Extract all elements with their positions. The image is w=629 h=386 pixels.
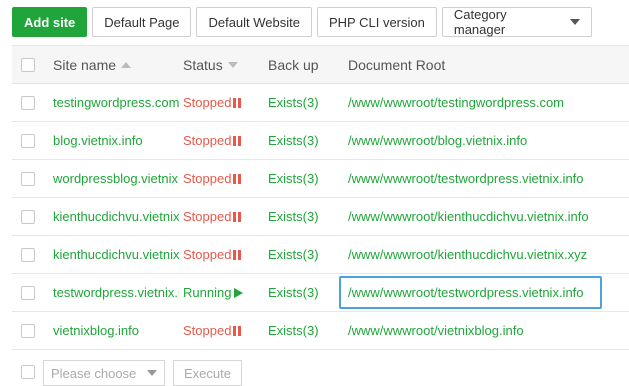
category-manager-label: Category manager <box>453 7 507 37</box>
document-root-link[interactable]: /www/wwwroot/vietnixblog.info <box>348 312 629 349</box>
status-label: Stopped <box>183 133 232 148</box>
chevron-down-icon <box>147 370 157 376</box>
stopped-icon <box>233 173 242 184</box>
site-name-link[interactable]: testwordpress.vietnix.info <box>53 274 179 311</box>
header-site-name-label: Site name <box>53 56 117 73</box>
row-checkbox[interactable] <box>21 133 35 148</box>
php-cli-version-button[interactable]: PHP CLI version <box>317 7 437 37</box>
sites-table: Site name Status Back up Document Root t… <box>12 45 629 350</box>
execute-button[interactable]: Execute <box>173 360 242 386</box>
chevron-down-icon <box>569 19 580 25</box>
backup-link[interactable]: Exists(3) <box>268 122 340 159</box>
status-toggle[interactable]: Stopped <box>183 84 263 121</box>
category-manager-select[interactable]: Category manager <box>441 7 592 37</box>
status-toggle[interactable]: Stopped <box>183 312 263 349</box>
stopped-icon <box>233 211 242 222</box>
table-row: testingwordpress.com Stopped Exists(3) /… <box>12 84 629 122</box>
stopped-icon <box>233 135 242 146</box>
table-header: Site name Status Back up Document Root <box>12 45 629 84</box>
select-all-checkbox[interactable] <box>21 57 35 72</box>
status-toggle[interactable]: Stopped <box>183 236 263 273</box>
running-play-icon <box>234 287 244 298</box>
backup-link[interactable]: Exists(3) <box>268 236 340 273</box>
backup-link[interactable]: Exists(3) <box>268 160 340 197</box>
header-site-name[interactable]: Site name <box>53 46 179 83</box>
table-row: blog.vietnix.info Stopped Exists(3) /www… <box>12 122 629 160</box>
table-row: vietnixblog.info Stopped Exists(3) /www/… <box>12 312 629 350</box>
header-status-label: Status <box>183 56 223 73</box>
header-document-root-label: Document Root <box>348 56 446 73</box>
header-back-up-label: Back up <box>268 56 319 73</box>
row-checkbox[interactable] <box>21 171 35 186</box>
batch-actions: Please choose Execute <box>21 360 242 386</box>
row-checkbox[interactable] <box>21 95 35 110</box>
header-document-root: Document Root <box>348 46 629 83</box>
stopped-icon <box>233 249 242 260</box>
document-root-link[interactable]: /www/wwwroot/testwordpress.vietnix.info <box>348 160 629 197</box>
status-label: Stopped <box>183 209 232 224</box>
status-toggle[interactable]: Stopped <box>183 160 263 197</box>
sort-down-icon <box>227 61 238 68</box>
table-row: kienthucdichvu.vietnix.xyz Stopped Exist… <box>12 236 629 274</box>
status-label: Running <box>183 285 232 300</box>
document-root-link[interactable]: /www/wwwroot/kienthucdichvu.vietnix.xyz <box>348 236 629 273</box>
header-back-up: Back up <box>268 46 340 83</box>
document-root-link[interactable]: /www/wwwroot/blog.vietnix.info <box>348 122 629 159</box>
status-label: Stopped <box>183 247 232 262</box>
status-toggle[interactable]: Stopped <box>183 198 263 235</box>
row-checkbox[interactable] <box>21 247 35 262</box>
row-checkbox[interactable] <box>21 285 35 300</box>
status-label: Stopped <box>183 95 232 110</box>
stopped-icon <box>233 325 242 336</box>
status-label: Stopped <box>183 171 232 186</box>
row-checkbox[interactable] <box>21 323 35 338</box>
row-checkbox[interactable] <box>21 209 35 224</box>
status-label: Stopped <box>183 323 232 338</box>
site-name-link[interactable]: blog.vietnix.info <box>53 122 179 159</box>
backup-link[interactable]: Exists(3) <box>268 274 340 311</box>
stopped-icon <box>233 97 242 108</box>
backup-link[interactable]: Exists(3) <box>268 84 340 121</box>
backup-link[interactable]: Exists(3) <box>268 312 340 349</box>
default-page-button[interactable]: Default Page <box>92 7 192 37</box>
sort-up-icon <box>121 61 132 68</box>
table-row: wordpressblog.vietnix.info Stopped Exist… <box>12 160 629 198</box>
toolbar: Add site Default Page Default Website PH… <box>12 7 592 37</box>
batch-select-all-checkbox[interactable] <box>21 365 35 379</box>
site-name-link[interactable]: wordpressblog.vietnix.info <box>53 160 179 197</box>
batch-select-placeholder: Please choose <box>51 365 137 381</box>
site-name-link[interactable]: testingwordpress.com <box>53 84 179 121</box>
status-toggle[interactable]: Stopped <box>183 122 263 159</box>
table-row: kienthucdichvu.vietnix.info Stopped Exis… <box>12 198 629 236</box>
document-root-link[interactable]: /www/wwwroot/kienthucdichvu.vietnix.info <box>348 198 629 235</box>
site-name-link[interactable]: kienthucdichvu.vietnix.xyz <box>53 236 179 273</box>
site-name-link[interactable]: vietnixblog.info <box>53 312 179 349</box>
table-row: testwordpress.vietnix.info Running Exist… <box>12 274 629 312</box>
default-website-button[interactable]: Default Website <box>196 7 312 37</box>
document-root-link-focused[interactable]: /www/wwwroot/testwordpress.vietnix.info <box>339 276 602 309</box>
add-site-button[interactable]: Add site <box>12 7 88 37</box>
batch-operation-select[interactable]: Please choose <box>43 360 165 386</box>
backup-link[interactable]: Exists(3) <box>268 198 340 235</box>
header-status[interactable]: Status <box>183 46 263 83</box>
document-root-link[interactable]: /www/wwwroot/testingwordpress.com <box>348 84 629 121</box>
site-name-link[interactable]: kienthucdichvu.vietnix.info <box>53 198 179 235</box>
status-toggle[interactable]: Running <box>183 274 263 311</box>
